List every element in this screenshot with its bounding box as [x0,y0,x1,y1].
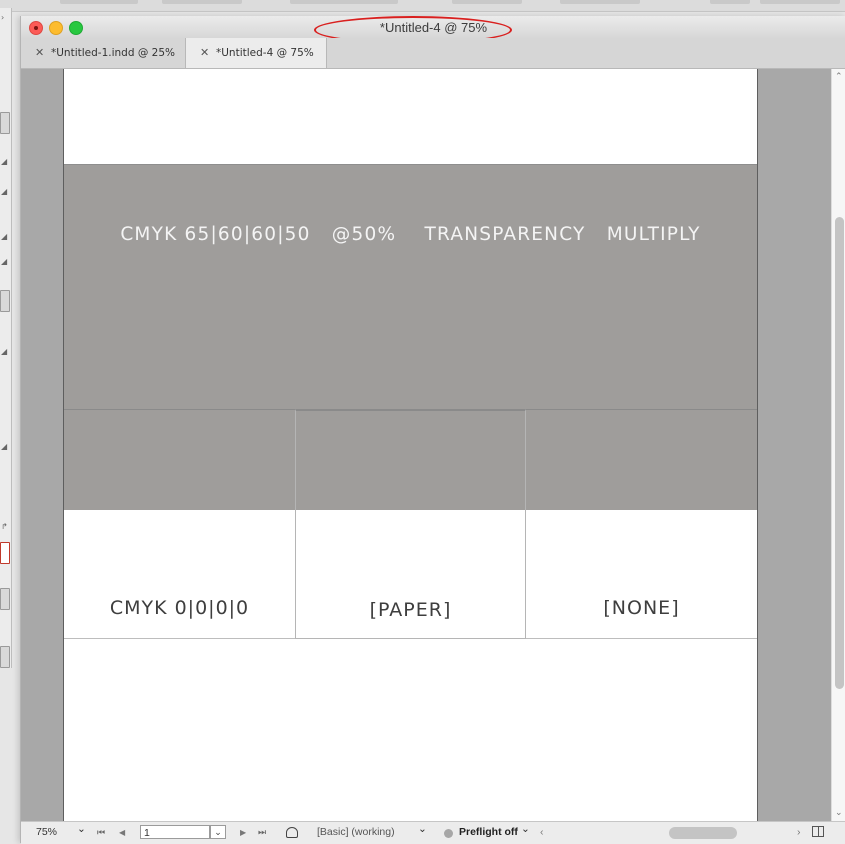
tool-slot[interactable] [0,290,10,312]
page-number-field[interactable]: 1 [140,825,210,839]
document-tabs: ✕ *Untitled-1.indd @ 25% ✕ *Untitled-4 @… [21,38,845,69]
transparency-rectangle[interactable]: CMYK 65|60|60|50 @50% TRANSPARENCY MULTI… [64,164,757,411]
preflight-profile[interactable]: [Basic] (working) [317,825,395,840]
tool-corner-icon: ◢ [1,442,8,451]
horizontal-scroll-thumb[interactable] [669,827,737,839]
next-page-icon[interactable]: ▶ [240,825,246,840]
scroll-down-icon[interactable]: ⌄ [835,807,843,818]
tool-slot[interactable] [0,646,10,668]
profile-dropdown-icon[interactable]: ⌄ [418,822,427,837]
tool-corner-icon: ◢ [1,157,8,166]
toolbar-segment [452,0,522,4]
preflight-dropdown-icon[interactable]: ⌄ [521,822,530,837]
toolbar-segment [710,0,750,4]
tools-panel: › ◢ ◢ ◢ ◢ ◢ ◢ ↱ [0,8,12,668]
tool-corner-icon: ◢ [1,232,8,241]
status-bar: 75% ⌄ ⏮ ◀ 1 ⌄ ▶ ⏭ [Basic] (working) ⌄ Pr… [21,821,845,844]
vertical-scrollbar[interactable]: ⌃ ⌄ [831,69,845,821]
document-page[interactable]: CMYK 65|60|60|50 @50% TRANSPARENCY MULTI… [63,69,758,821]
toolbar-segment [290,0,398,4]
swatch-paper[interactable]: [PAPER] [295,409,526,639]
scroll-right-icon[interactable]: › [797,825,801,840]
toolbar-segment [60,0,138,4]
zoom-level[interactable]: 75% [36,825,57,840]
banner-text: CMYK 65|60|60|50 @50% TRANSPARENCY MULTI… [120,224,701,245]
tab-untitled-4[interactable]: ✕ *Untitled-4 @ 75% [186,38,327,68]
swatch-label: [NONE] [603,597,680,619]
toolbar-segment [760,0,840,4]
close-tab-icon[interactable]: ✕ [200,38,209,68]
stroke-swatch[interactable] [0,542,10,564]
swatch-label: CMYK 0|0|0|0 [109,597,250,619]
tool-slot[interactable] [0,588,10,610]
scroll-left-icon[interactable]: ‹ [540,825,544,840]
toolbar-segment [560,0,640,4]
panel-arrow-icon[interactable]: › [1,14,4,22]
prev-page-icon[interactable]: ◀ [119,825,125,840]
app-toolbar-strip [0,0,845,12]
tool-corner-icon: ◢ [1,347,8,356]
tool-slot[interactable] [0,112,10,134]
last-page-icon[interactable]: ⏭ [258,825,266,840]
tool-corner-icon: ◢ [1,257,8,266]
divider [526,409,757,410]
zoom-dropdown-icon[interactable]: ⌄ [77,822,86,837]
scroll-up-icon[interactable]: ⌃ [835,71,843,82]
pasteboard[interactable]: CMYK 65|60|60|50 @50% TRANSPARENCY MULTI… [21,69,831,821]
tab-label: *Untitled-1.indd @ 25% [51,47,176,59]
tool-corner-icon: ◢ [1,187,8,196]
divider [64,409,295,410]
toolbar-segment [162,0,242,4]
open-page-icon[interactable] [286,827,298,838]
close-tab-icon[interactable]: ✕ [35,38,44,68]
tab-untitled-1[interactable]: ✕ *Untitled-1.indd @ 25% [21,38,186,68]
first-page-icon[interactable]: ⏮ [97,825,105,840]
swatch-cmyk-white[interactable]: CMYK 0|0|0|0 [64,409,295,639]
tab-label: *Untitled-4 @ 75% [216,47,314,59]
document-window: *Untitled-4 @ 75% ✕ *Untitled-1.indd @ 2… [20,16,845,844]
title-bar: *Untitled-4 @ 75% [21,16,845,44]
split-view-icon[interactable] [812,826,824,837]
vertical-scroll-thumb[interactable] [835,217,844,689]
preflight-status[interactable]: Preflight off [459,825,518,840]
swatch-none[interactable]: [NONE] [526,409,757,639]
page-dropdown-icon[interactable]: ⌄ [210,825,226,839]
swatch-label: [PAPER] [369,599,452,621]
preflight-status-icon [444,829,453,838]
swap-colors-icon[interactable]: ↱ [1,523,8,531]
